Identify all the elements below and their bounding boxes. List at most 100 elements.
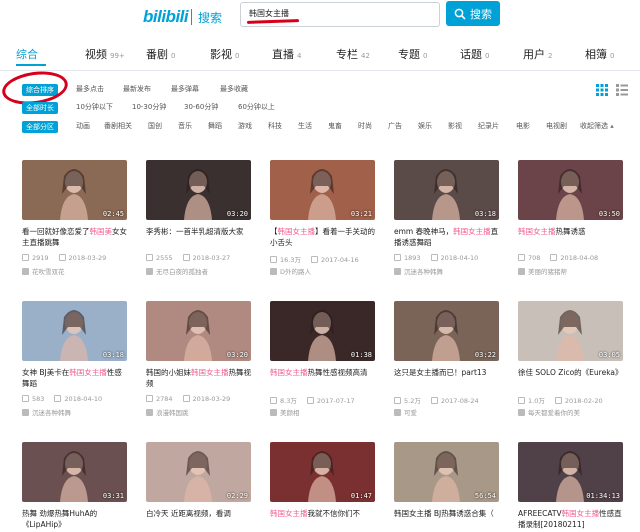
video-title[interactable]: 【韩国女主播】看着一手关动的小舌头 xyxy=(270,226,375,248)
top-bar: bilibili 搜索 韩国女主播 搜索 xyxy=(0,0,640,34)
zone-filter-row: 全部分区 动画 番剧相关 国创 音乐 舞蹈 游戏 科技 生活 鬼畜 时尚 广告 … xyxy=(0,121,640,135)
video-thumbnail[interactable]: 56:54 xyxy=(394,442,499,502)
grid-view-icon[interactable] xyxy=(596,84,608,96)
title-highlight: 韩国女主播 xyxy=(270,368,308,377)
video-thumbnail[interactable]: 03:18 xyxy=(394,160,499,220)
video-title[interactable]: 韩国女主播热舞性感视频高清 xyxy=(270,367,375,389)
collapse-filters[interactable]: 收起筛选 ▴ xyxy=(580,121,614,131)
video-thumbnail[interactable]: 03:18 xyxy=(22,301,127,361)
uploader[interactable]: 花吹雪双花 xyxy=(22,266,127,276)
uploader[interactable]: D外的路人 xyxy=(270,266,375,276)
video-thumbnail[interactable]: 01:38 xyxy=(270,301,375,361)
video-title[interactable]: AFREECATV韩国女主播性感直播录制[20180211] xyxy=(518,508,623,530)
uploader-name: 沉迷各种韩舞 xyxy=(32,409,71,417)
zone-item[interactable]: 娱乐 xyxy=(418,121,432,131)
title-text: 热舞 劲爆热舞HuhA的《LipAHip》 xyxy=(22,509,98,529)
video-title[interactable]: 韩国女主播热舞诱惑 xyxy=(518,226,623,248)
video-title[interactable]: 热舞 劲爆热舞HuhA的《LipAHip》 xyxy=(22,508,127,530)
bilibili-logo[interactable]: bilibili xyxy=(143,7,189,27)
video-title[interactable]: 徐佳 SOLO Zico的《Eureka》 xyxy=(518,367,623,389)
video-title[interactable]: emm 春晚神马，韩国女主播直播诱惑舞蹈 xyxy=(394,226,499,248)
zone-item[interactable]: 国创 xyxy=(148,121,162,131)
zone-item[interactable]: 生活 xyxy=(298,121,312,131)
video-thumbnail[interactable]: 03:05 xyxy=(518,301,623,361)
video-title[interactable]: 白冷天 近距离视频，看调 xyxy=(146,508,251,530)
tab-movie[interactable]: 影视 0 xyxy=(210,46,239,62)
duration-all[interactable]: 全部时长 xyxy=(22,102,58,114)
duration-30-60[interactable]: 30-60分钟 xyxy=(184,102,218,112)
video-thumbnail[interactable]: 03:20 xyxy=(146,301,251,361)
search-button[interactable]: 搜索 xyxy=(446,1,500,26)
tab-all[interactable]: 综合 xyxy=(16,46,38,62)
video-thumbnail[interactable]: 03:31 xyxy=(22,442,127,502)
play-count-icon xyxy=(518,254,525,261)
zone-all[interactable]: 全部分区 xyxy=(22,121,58,133)
video-thumbnail[interactable]: 01:47 xyxy=(270,442,375,502)
tab-count: 42 xyxy=(361,52,370,60)
video-thumbnail[interactable]: 02:29 xyxy=(146,442,251,502)
tab-live[interactable]: 直播 4 xyxy=(272,46,301,62)
sort-danmaku[interactable]: 最多弹幕 xyxy=(171,84,199,94)
list-view-icon[interactable] xyxy=(616,84,628,96)
tab-album[interactable]: 相簿 0 xyxy=(585,46,614,62)
uploader[interactable]: 无尽白夜的孤独者 xyxy=(146,266,251,276)
zone-item[interactable]: 电影 xyxy=(516,121,530,131)
tab-topic-special[interactable]: 专题 0 xyxy=(398,46,427,62)
video-thumbnail[interactable]: 01:34:13 xyxy=(518,442,623,502)
video-thumbnail[interactable]: 03:20 xyxy=(146,160,251,220)
duration-under-10[interactable]: 10分钟以下 xyxy=(76,102,113,112)
play-count-icon xyxy=(22,395,29,402)
tab-topic[interactable]: 话题 0 xyxy=(460,46,489,62)
zone-item[interactable]: 广告 xyxy=(388,121,402,131)
zone-item[interactable]: 鬼畜 xyxy=(328,121,342,131)
uploader[interactable]: 可爱 xyxy=(394,407,499,417)
upload-date: 2018-02-20 xyxy=(564,397,603,405)
video-duration: 01:38 xyxy=(350,351,372,359)
uploader[interactable]: 美颜相 xyxy=(270,407,375,417)
tab-user[interactable]: 用户 2 xyxy=(523,46,552,62)
video-thumbnail[interactable]: 03:22 xyxy=(394,301,499,361)
video-title[interactable]: 韩国女主播我就不信你们不 xyxy=(270,508,375,530)
tab-article[interactable]: 专栏 42 xyxy=(336,46,370,62)
video-title[interactable]: 韩国女主播 BJ热舞诱惑合集（ xyxy=(394,508,499,530)
video-thumbnail[interactable]: 03:21 xyxy=(270,160,375,220)
uploader[interactable]: 沉迷各种韩舞 xyxy=(22,407,127,417)
zone-item[interactable]: 纪录片 xyxy=(478,121,499,131)
logo-divider xyxy=(191,9,192,25)
search-input[interactable]: 韩国女主播 xyxy=(240,2,440,27)
zone-item[interactable]: 动画 xyxy=(76,121,90,131)
uploader[interactable]: 每天都爱着你的美 xyxy=(518,407,623,417)
duration-over-60[interactable]: 60分钟以上 xyxy=(238,102,275,112)
video-title[interactable]: 看一回就好像恋爱了韩国美女女主直播跳舞 xyxy=(22,226,127,248)
tab-count: 4 xyxy=(297,52,302,60)
uploader-name: 无尽白夜的孤独者 xyxy=(156,268,208,276)
zone-item[interactable]: 音乐 xyxy=(178,121,192,131)
video-duration: 56:54 xyxy=(474,492,496,500)
zone-item[interactable]: 游戏 xyxy=(238,121,252,131)
tab-bangumi[interactable]: 番剧 0 xyxy=(146,46,175,62)
uploader[interactable]: 浪漫韩国跳 xyxy=(146,407,251,417)
zone-item[interactable]: 舞蹈 xyxy=(208,121,222,131)
zone-item[interactable]: 番剧相关 xyxy=(104,121,132,131)
video-title[interactable]: 韩国的小姐妹韩国女主播热舞视频 xyxy=(146,367,251,389)
video-title[interactable]: 李秀彬：一首半乳超清版大家 xyxy=(146,226,251,248)
duration-10-30[interactable]: 10-30分钟 xyxy=(132,102,166,112)
video-thumbnail[interactable]: 03:50 xyxy=(518,160,623,220)
calendar-icon xyxy=(310,256,318,263)
video-title[interactable]: 女神 BJ美卡在韩国女主播性感舞蹈 xyxy=(22,367,127,389)
video-thumbnail[interactable]: 02:45 xyxy=(22,160,127,220)
zone-item[interactable]: 时尚 xyxy=(358,121,372,131)
view-count: 2919 xyxy=(32,254,49,262)
uploader[interactable]: 美丽的猪猪帮 xyxy=(518,266,623,276)
zone-item[interactable]: 影视 xyxy=(448,121,462,131)
tabs-divider xyxy=(0,70,640,71)
video-duration: 01:34:13 xyxy=(586,492,620,500)
sort-favorites[interactable]: 最多收藏 xyxy=(220,84,248,94)
sort-clicks[interactable]: 最多点击 xyxy=(76,84,104,94)
sort-newest[interactable]: 最新发布 xyxy=(123,84,151,94)
zone-item[interactable]: 电视剧 xyxy=(546,121,567,131)
zone-item[interactable]: 科技 xyxy=(268,121,282,131)
tab-video[interactable]: 视频 99+ xyxy=(85,46,125,62)
video-title[interactable]: 这只是女主播而已！part13 xyxy=(394,367,499,389)
uploader[interactable]: 沉迷各种韩舞 xyxy=(394,266,499,276)
